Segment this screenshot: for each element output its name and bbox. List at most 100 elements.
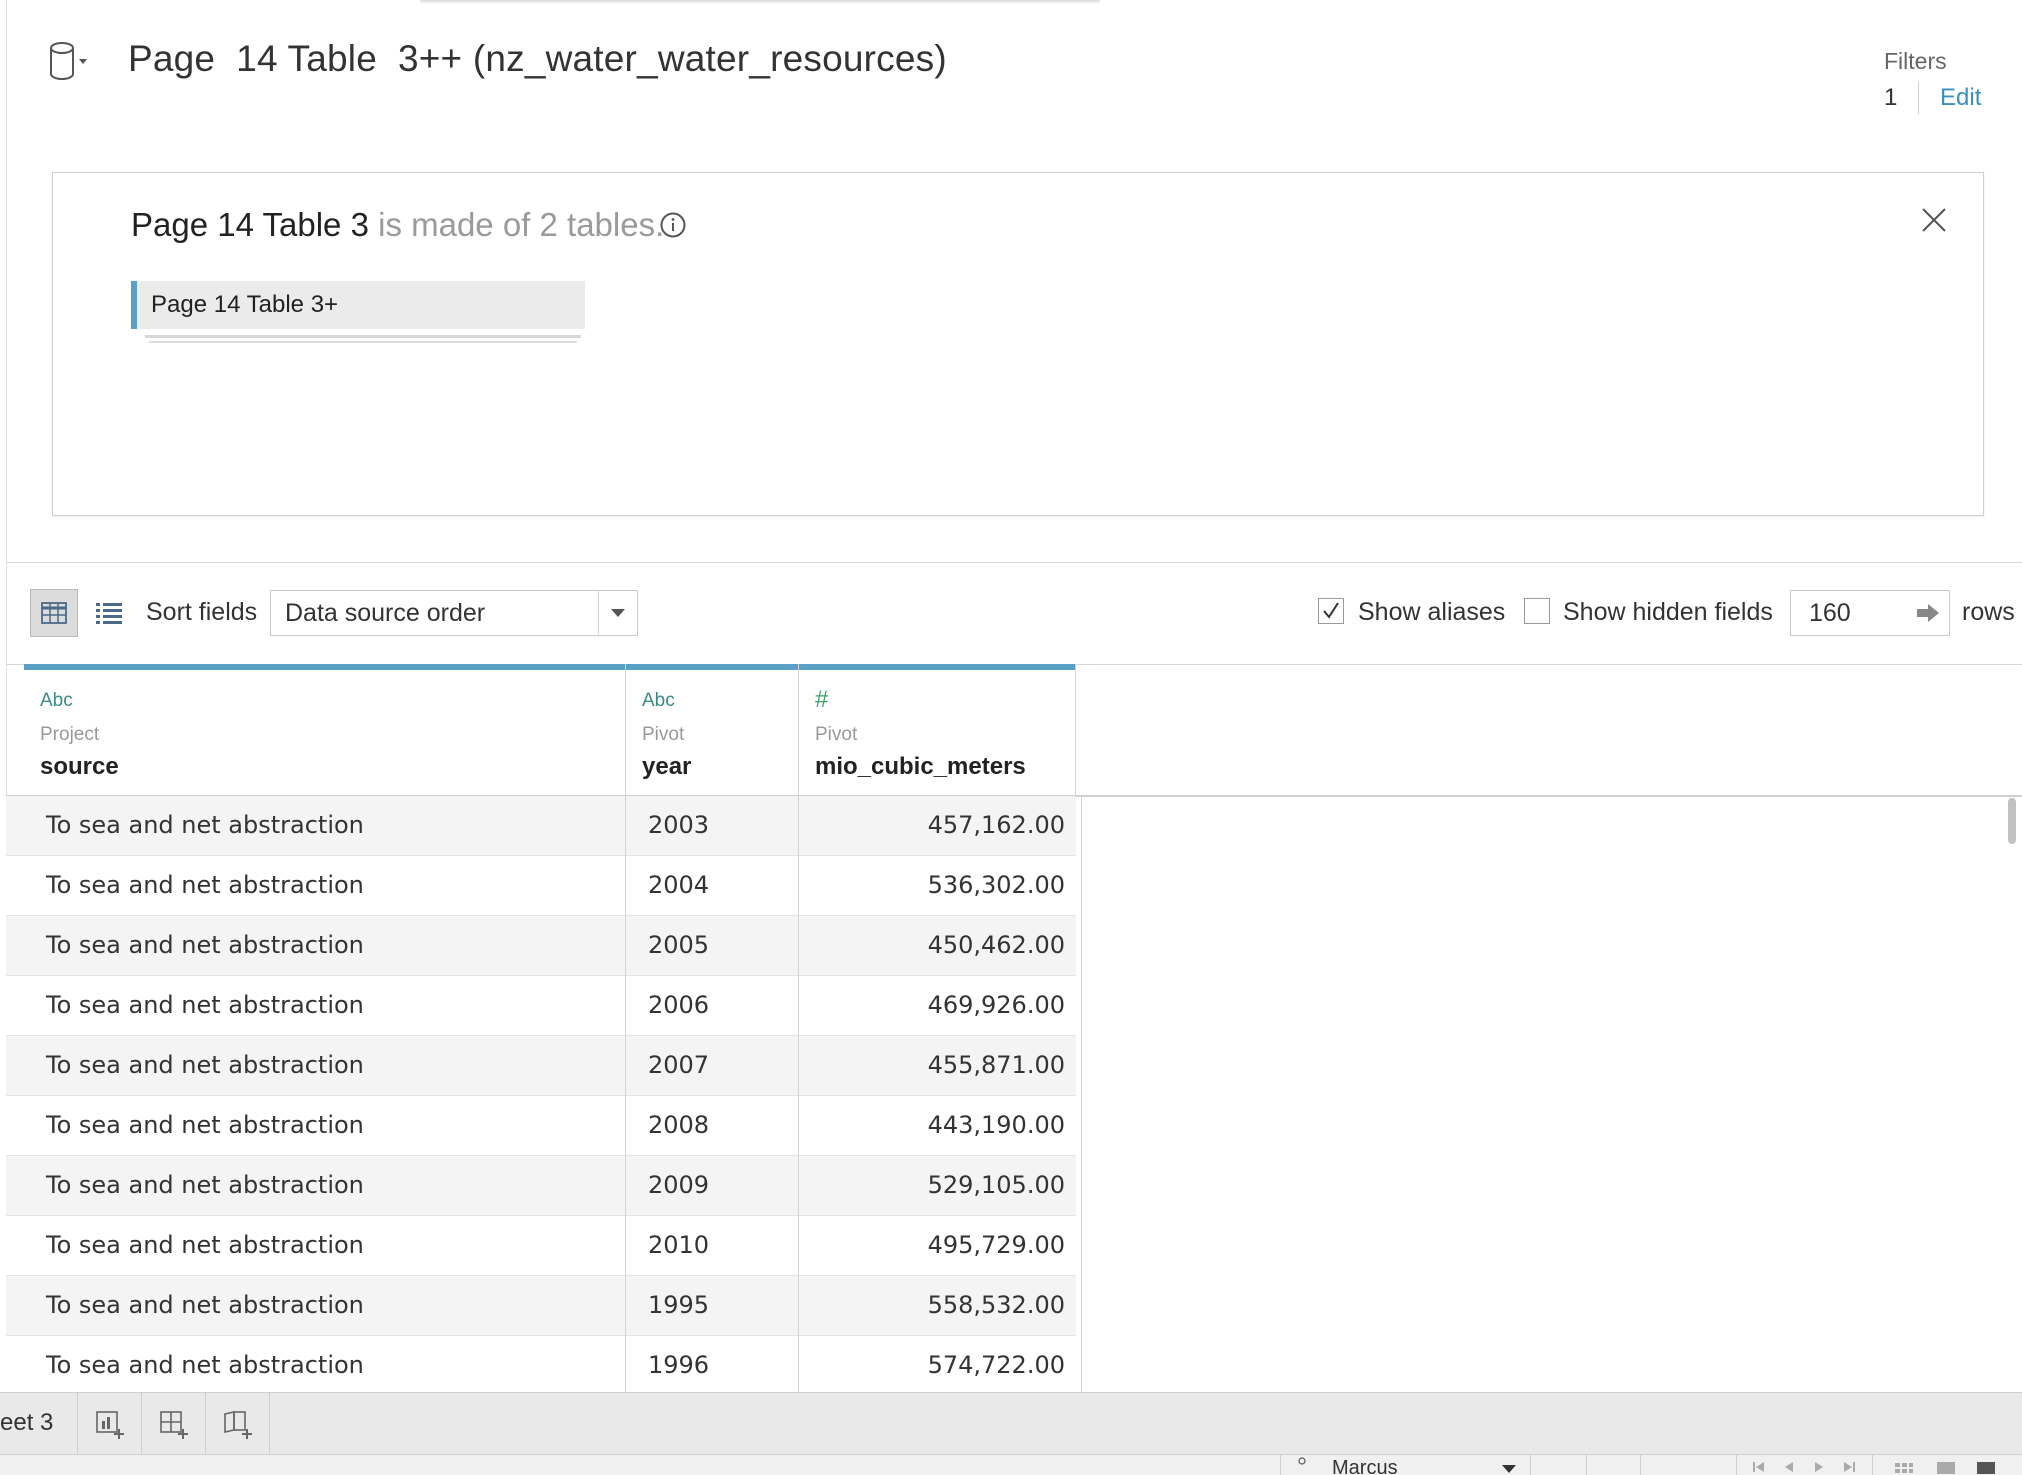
cell-year[interactable]: 1995 (626, 1276, 799, 1336)
cell-value[interactable]: 457,162.00 (799, 796, 1082, 856)
first-page-icon[interactable] (1752, 1461, 1766, 1473)
cell-source[interactable]: To sea and net abstraction (6, 856, 626, 916)
status-divider (1736, 1455, 1737, 1475)
column-header-mio-cubic-meters[interactable]: # Pivot mio_cubic_meters (799, 664, 1076, 796)
cell-source[interactable]: To sea and net abstraction (6, 1216, 626, 1276)
table-row: To sea and net abstraction 2006 469,926.… (6, 976, 1082, 1036)
data-grid-body: To sea and net abstraction 2003 457,162.… (6, 796, 1082, 1396)
show-hidden-fields-checkbox[interactable] (1524, 598, 1550, 624)
column-header-year[interactable]: Abc Pivot year (626, 664, 799, 796)
grid-icon (41, 602, 67, 624)
table-row: To sea and net abstraction 2004 536,302.… (6, 856, 1082, 916)
arrow-right-icon[interactable] (1915, 601, 1941, 625)
new-worksheet-icon (96, 1411, 124, 1439)
sheet-tab[interactable]: eet 3 (0, 1393, 78, 1455)
cell-year[interactable]: 2009 (626, 1156, 799, 1216)
sort-fields-dropdown[interactable]: Data source order (270, 590, 638, 636)
sheet-tab-bar: eet 3 (0, 1392, 2022, 1455)
cell-year[interactable]: 2010 (626, 1216, 799, 1276)
table-row: To sea and net abstraction 2008 443,190.… (6, 1096, 1082, 1156)
previous-page-icon[interactable] (1782, 1461, 1796, 1473)
cell-value[interactable]: 536,302.00 (799, 856, 1082, 916)
column-name[interactable]: source (40, 753, 119, 781)
datasource-title[interactable]: Page 14 Table 3++ (nz_water_water_resour… (128, 38, 947, 80)
status-divider (1872, 1455, 1873, 1475)
cell-year[interactable]: 1996 (626, 1336, 799, 1396)
last-page-icon[interactable] (1842, 1461, 1856, 1473)
close-icon[interactable] (1919, 205, 1949, 235)
logical-table-description: is made of 2 tables. (368, 206, 665, 243)
user-icon (1298, 1457, 1306, 1465)
database-icon (50, 42, 87, 80)
table-row: To sea and net abstraction 2010 495,729.… (6, 1216, 1082, 1276)
cell-value[interactable]: 558,532.00 (799, 1276, 1082, 1336)
user-name[interactable]: Marcus (1332, 1457, 1398, 1475)
physical-table-chip[interactable]: Page 14 Table 3+ (131, 281, 585, 329)
sheet-sorter-icon[interactable] (1894, 1461, 1914, 1475)
cell-value[interactable]: 574,722.00 (799, 1336, 1082, 1396)
cell-value[interactable]: 450,462.00 (799, 916, 1082, 976)
cell-value[interactable]: 455,871.00 (799, 1036, 1082, 1096)
column-name[interactable]: mio_cubic_meters (815, 753, 1026, 781)
logical-table-name: Page 14 Table 3 (131, 206, 369, 243)
column-header-source[interactable]: Abc Project source (24, 664, 626, 796)
status-divider (1586, 1455, 1587, 1475)
cell-source[interactable]: To sea and net abstraction (6, 1156, 626, 1216)
string-type-icon[interactable]: Abc (40, 690, 73, 712)
new-worksheet-button[interactable] (78, 1393, 142, 1455)
rows-count-input[interactable]: 160 (1790, 590, 1950, 636)
join-heading: Page 14 Table 3 is made of 2 tables. (131, 206, 664, 244)
table-row: To sea and net abstraction 2003 457,162.… (6, 796, 1082, 856)
table-row: To sea and net abstraction 1996 574,722.… (6, 1336, 1082, 1396)
cell-value[interactable]: 529,105.00 (799, 1156, 1082, 1216)
cell-value[interactable]: 469,926.00 (799, 976, 1082, 1036)
column-origin: Pivot (815, 724, 858, 745)
string-type-icon[interactable]: Abc (642, 690, 675, 712)
cell-source[interactable]: To sea and net abstraction (6, 1096, 626, 1156)
vertical-scrollbar[interactable] (2008, 798, 2016, 844)
cell-year[interactable]: 2003 (626, 796, 799, 856)
rows-count-value: 160 (1809, 599, 1851, 627)
status-divider (1280, 1455, 1281, 1475)
cell-source[interactable]: To sea and net abstraction (6, 796, 626, 856)
show-aliases-checkbox[interactable] (1318, 598, 1344, 624)
next-page-icon[interactable] (1812, 1461, 1826, 1473)
caret-down-icon[interactable] (1502, 1465, 1516, 1473)
cell-year[interactable]: 2007 (626, 1036, 799, 1096)
info-icon[interactable] (659, 211, 687, 239)
table-row: To sea and net abstraction 2007 455,871.… (6, 1036, 1082, 1096)
cell-source[interactable]: To sea and net abstraction (6, 916, 626, 976)
column-name[interactable]: year (642, 753, 691, 781)
cell-year[interactable]: 2004 (626, 856, 799, 916)
cell-source[interactable]: To sea and net abstraction (6, 1036, 626, 1096)
logical-table-panel: Page 14 Table 3 is made of 2 tables. Pag… (52, 172, 1984, 516)
cell-year[interactable]: 2008 (626, 1096, 799, 1156)
new-story-button[interactable] (206, 1393, 270, 1455)
cell-value[interactable]: 495,729.00 (799, 1216, 1082, 1276)
sort-fields-label: Sort fields (146, 598, 258, 626)
cell-source[interactable]: To sea and net abstraction (6, 1336, 626, 1396)
cell-value[interactable]: 443,190.00 (799, 1096, 1082, 1156)
chevron-down-icon (598, 591, 637, 634)
section-divider (6, 562, 2022, 563)
cell-source[interactable]: To sea and net abstraction (6, 1276, 626, 1336)
grid-view-button[interactable] (30, 589, 78, 637)
show-aliases-label[interactable]: Show aliases (1358, 598, 1505, 627)
list-view-button[interactable] (88, 589, 130, 637)
cell-year[interactable]: 2006 (626, 976, 799, 1036)
stack-line (145, 335, 581, 338)
filters-edit-link[interactable]: Edit (1940, 84, 1981, 112)
filters-divider (1918, 82, 1919, 114)
new-dashboard-button[interactable] (142, 1393, 206, 1455)
stack-line (149, 341, 577, 343)
table-row: To sea and net abstraction 2005 450,462.… (6, 916, 1082, 976)
tab-view-icon[interactable] (1976, 1461, 1996, 1475)
datasource-menu[interactable] (48, 40, 104, 86)
column-origin: Pivot (642, 724, 685, 745)
cell-year[interactable]: 2005 (626, 916, 799, 976)
number-type-icon[interactable]: # (815, 686, 828, 714)
show-hidden-fields-label[interactable]: Show hidden fields (1563, 598, 1773, 627)
physical-table-label: Page 14 Table 3+ (151, 291, 339, 318)
cell-source[interactable]: To sea and net abstraction (6, 976, 626, 1036)
filmstrip-icon[interactable] (1936, 1461, 1956, 1475)
